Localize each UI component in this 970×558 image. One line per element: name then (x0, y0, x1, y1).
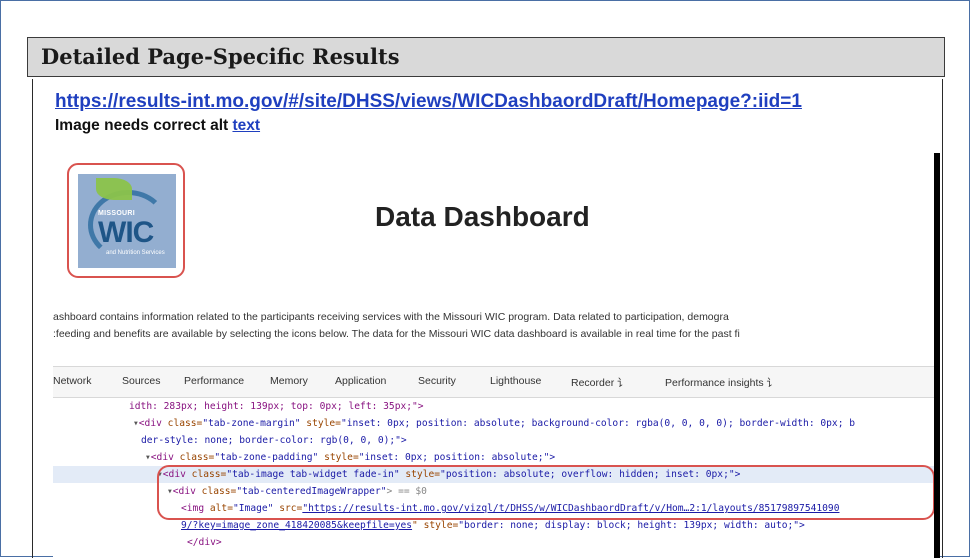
code-value: der-style: none; border-color: rgb(0, 0,… (141, 435, 407, 446)
code-value: "inset: 0px; position: absolute; backgro… (340, 418, 856, 429)
tab-network[interactable]: Network (53, 375, 92, 387)
code-line[interactable]: idth: 283px; height: 139px; top: 0px; le… (129, 398, 424, 415)
code-tag: <div (150, 452, 174, 463)
results-content: https://results-int.mo.gov/#/site/DHSS/v… (32, 79, 943, 558)
code-tag: </div> (187, 537, 222, 548)
tab-lighthouse[interactable]: Lighthouse (490, 375, 541, 387)
code-value: "inset: 0px; position: absolute;"> (358, 452, 556, 463)
issue-title: Image needs correct alt text (55, 117, 260, 135)
tab-performance-insights[interactable]: Performance insights ⻈ (665, 375, 777, 390)
code-attr: style= (318, 452, 359, 463)
tab-recorder[interactable]: Recorder ⻈ (571, 375, 628, 390)
logo-highlight: MISSOURI WIC and Nutrition Services (67, 163, 185, 278)
code-attr: style= (300, 418, 341, 429)
report-frame: Detailed Page-Specific Results https://r… (0, 0, 970, 558)
screenshot-edge (934, 153, 940, 558)
tab-application[interactable]: Application (335, 375, 386, 387)
code-text: idth: 283px; height: 139px; top: 0px; le… (129, 401, 424, 412)
code-highlight (157, 465, 935, 520)
code-attr: class= (173, 452, 215, 463)
annotated-screenshot: MISSOURI WIC and Nutrition Services Data… (53, 153, 940, 558)
page-url-link[interactable]: https://results-int.mo.gov/#/site/DHSS/v… (55, 91, 802, 113)
devtools-tabbar: Network Sources Performance Memory Appli… (53, 366, 934, 398)
code-attr: class= (161, 418, 203, 429)
dashboard-title: Data Dashboard (375, 201, 590, 232)
tab-security[interactable]: Security (418, 375, 456, 387)
code-line[interactable]: ▾<div class="tab-zone-margin" style="ins… (133, 415, 855, 432)
code-attr: " style= (412, 520, 459, 531)
issue-title-text: Image needs correct alt (55, 117, 233, 134)
code-value: "border: none; display: block; height: 1… (458, 520, 805, 531)
code-line[interactable]: der-style: none; border-color: rgb(0, 0,… (141, 432, 407, 449)
section-header: Detailed Page-Specific Results (27, 37, 945, 77)
leaf-icon (96, 178, 132, 200)
description-line: ashboard contains information related to… (53, 311, 729, 323)
logo-subtitle: and Nutrition Services (106, 250, 165, 256)
code-value: "tab-zone-margin" (202, 418, 301, 429)
image-src-link[interactable]: 9/?key=image_zone_418420085&keepfile=yes (181, 520, 412, 531)
logo-name: WIC (98, 216, 154, 249)
dashboard-description: ashboard contains information related to… (53, 309, 740, 343)
description-line: :feeding and benefits are available by s… (53, 328, 740, 340)
code-value: "tab-zone-padding" (214, 452, 319, 463)
code-line[interactable]: </div> (187, 534, 222, 551)
tab-memory[interactable]: Memory (270, 375, 308, 387)
code-line[interactable]: ▾<div class="tab-zone-padding" style="in… (145, 449, 555, 466)
tab-performance[interactable]: Performance (184, 375, 244, 387)
issue-title-link[interactable]: text (232, 117, 260, 134)
code-tag: <div (138, 418, 162, 429)
tab-sources[interactable]: Sources (122, 375, 161, 387)
wic-logo: MISSOURI WIC and Nutrition Services (78, 174, 176, 268)
